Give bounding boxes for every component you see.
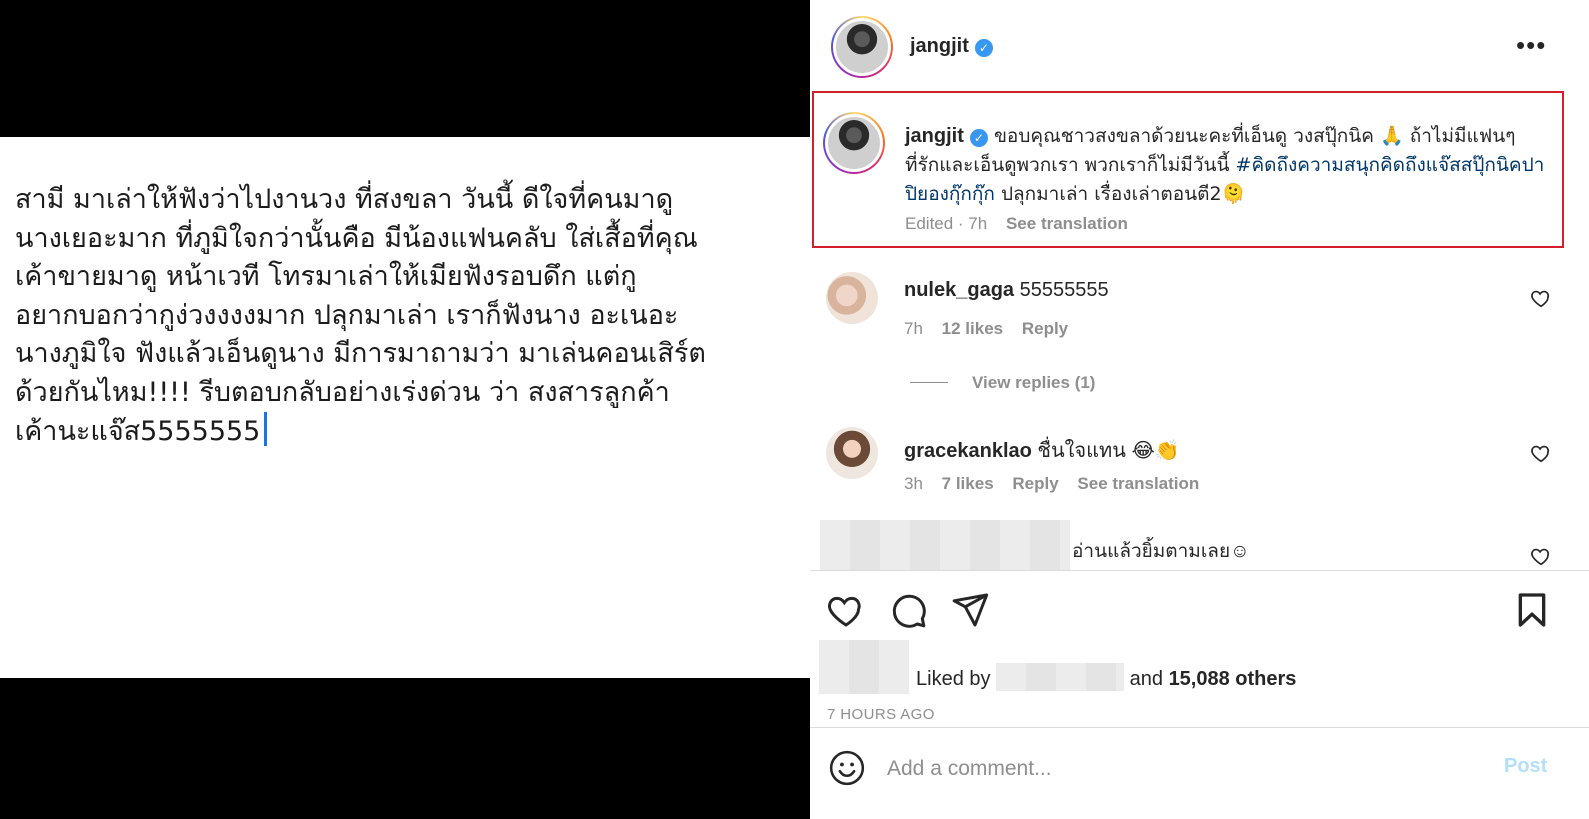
- header-avatar-ring[interactable]: [831, 16, 893, 78]
- more-options-icon[interactable]: •••: [1516, 30, 1546, 61]
- comment-1-username[interactable]: nulek_gaga: [904, 279, 1014, 301]
- avatar[interactable]: [833, 18, 891, 76]
- comment-2-heart-icon[interactable]: [1530, 442, 1552, 464]
- bookmark-icon[interactable]: [1512, 590, 1552, 630]
- post-header: jangjit ✓ •••: [810, 0, 1589, 91]
- post-side-panel: jangjit ✓ ••• jangjit ✓ ขอบคุณชาวสงขลาด้วย…: [810, 0, 1589, 819]
- comment-2-see-translation[interactable]: See translation: [1077, 474, 1199, 493]
- view-replies[interactable]: View replies (1): [972, 373, 1095, 393]
- header-username-text[interactable]: jangjit: [910, 35, 969, 57]
- comment-1-time: 7h: [904, 319, 923, 338]
- post-image-text: สามี มาเล่าให้ฟังว่าไปงานวง ที่สงขลา วัน…: [15, 181, 800, 452]
- comment-1-text: 55555555: [1019, 279, 1109, 301]
- comment-2-likes[interactable]: 7 likes: [942, 474, 994, 493]
- liked-by-prefix: Liked by: [916, 668, 991, 690]
- post-image: สามี มาเล่าให้ฟังว่าไปงานวง ที่สงขลา วัน…: [0, 0, 810, 819]
- comment-3-heart-icon[interactable]: [1530, 545, 1552, 567]
- caption-avatar-ring[interactable]: [823, 112, 885, 174]
- text-caret: [264, 412, 268, 446]
- liked-by-avatars: [819, 640, 909, 694]
- caption-see-translation[interactable]: See translation: [1006, 214, 1128, 233]
- comment-avatar-nulek[interactable]: [826, 272, 878, 324]
- comment-icon[interactable]: [888, 590, 928, 630]
- post-image-text-area: สามี มาเล่าให้ฟังว่าไปงานวง ที่สงขลา วัน…: [0, 137, 810, 678]
- blurred-comment-user: [820, 520, 1070, 570]
- caption-text: jangjit ✓ ขอบคุณชาวสงขลาด้วยนะคะที่เอ็นดู…: [905, 122, 1545, 209]
- emoji-icon[interactable]: [828, 749, 866, 787]
- comment-3: อ่านแล้วยิ้มตามเลย☺: [1072, 536, 1250, 566]
- share-icon[interactable]: [950, 590, 990, 630]
- verified-badge-icon: ✓: [974, 39, 993, 57]
- view-replies-line: [910, 382, 948, 383]
- caption-meta: Edited · 7h See translation: [905, 214, 1128, 234]
- caption-body-end: ปลุกมาเล่า เรื่องเล่าตอนตี2🫠: [994, 183, 1246, 205]
- comment-2-meta: 3h 7 likes Reply See translation: [904, 474, 1199, 494]
- comment-1-reply[interactable]: Reply: [1022, 319, 1068, 338]
- comment-1: nulek_gaga 55555555: [904, 279, 1109, 302]
- comment-2-reply[interactable]: Reply: [1012, 474, 1058, 493]
- liked-by-and: and: [1129, 668, 1163, 690]
- comment-2-text: ชื่นใจแทน 😂👏: [1037, 440, 1180, 462]
- heart-icon[interactable]: [826, 590, 866, 630]
- post-time: 7 HOURS AGO: [827, 706, 935, 723]
- likes-summary: Liked by and 15,088 others: [916, 663, 1296, 691]
- comment-2: gracekanklao ชื่นใจแทน 😂👏: [904, 434, 1180, 466]
- caption-highlight-box: jangjit ✓ ขอบคุณชาวสงขลาด้วยนะคะที่เอ็นดู…: [812, 91, 1564, 248]
- actions-divider: [810, 570, 1589, 571]
- post-image-text-content: สามี มาเล่าให้ฟังว่าไปงานวง ที่สงขลา วัน…: [15, 184, 706, 447]
- comment-input[interactable]: [887, 752, 1477, 786]
- header-username[interactable]: jangjit ✓: [910, 35, 993, 58]
- liked-by-user: [996, 663, 1125, 691]
- view-replies-label[interactable]: View replies (1): [972, 373, 1095, 392]
- comment-3-text: อ่านแล้วยิ้มตามเลย☺: [1072, 541, 1250, 562]
- likes-count[interactable]: 15,088 others: [1169, 668, 1297, 690]
- comment-box-divider: [810, 727, 1589, 728]
- post-button[interactable]: Post: [1504, 755, 1547, 778]
- caption-username[interactable]: jangjit: [905, 125, 964, 147]
- comment-2-username[interactable]: gracekanklao: [904, 440, 1032, 462]
- comment-1-meta: 7h 12 likes Reply: [904, 319, 1068, 339]
- caption-edited: Edited · 7h: [905, 214, 988, 233]
- comment-1-heart-icon[interactable]: [1530, 287, 1552, 309]
- caption-verified-badge-icon: ✓: [969, 129, 988, 147]
- comment-1-likes[interactable]: 12 likes: [942, 319, 1003, 338]
- caption-avatar[interactable]: [825, 114, 883, 172]
- comment-2-time: 3h: [904, 474, 923, 493]
- comment-avatar-grace[interactable]: [826, 427, 878, 479]
